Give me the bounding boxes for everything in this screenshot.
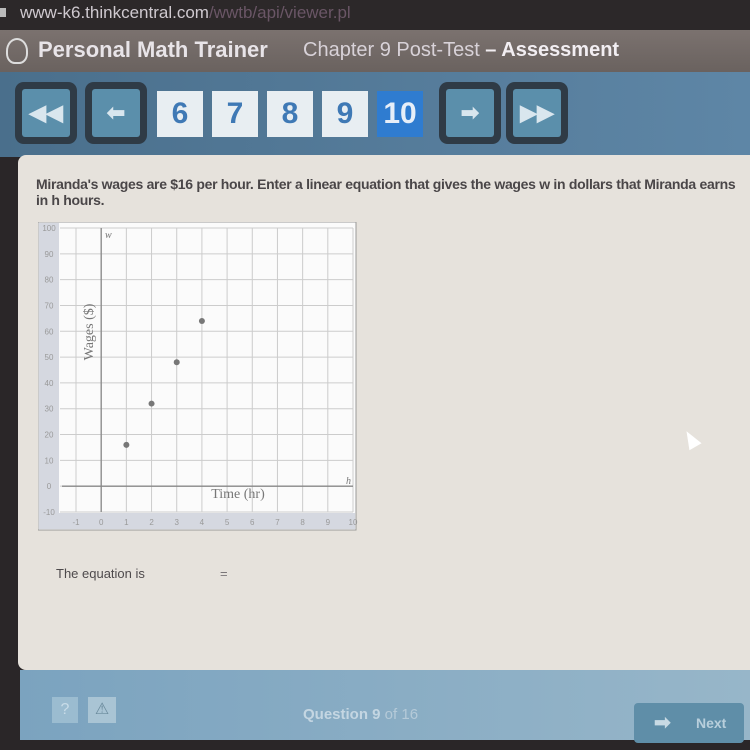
question-8-button[interactable]: 8 — [267, 91, 313, 137]
equation-label: The equation is — [56, 566, 145, 581]
x-tick-label: 1 — [124, 518, 129, 527]
y-tick-label: 0 — [47, 482, 52, 491]
warning-icon: ⚠ — [94, 701, 110, 718]
x-tick-label: 3 — [175, 518, 180, 527]
title-separator: – — [479, 39, 502, 61]
right-arrow-icon: ➡ — [654, 712, 671, 734]
y-tick-label: -10 — [43, 508, 55, 517]
wages-graph: -1 0 1 2 3 4 5 6 7 8 9 101009080706050403020100-10 … — [38, 222, 358, 531]
question-counter-total: of 16 — [380, 706, 419, 723]
x-tick-label: -1 — [72, 518, 80, 527]
previous-question-button[interactable]: ⬅ — [92, 89, 140, 137]
x-tick-label: 6 — [250, 518, 255, 527]
x-tick-label: 5 — [225, 518, 230, 527]
x-tick-label: 9 — [326, 518, 331, 527]
lock-icon — [0, 8, 6, 17]
address-bar[interactable]: www-k6.thinkcentral.com/wwtb/api/viewer.… — [0, 0, 750, 30]
equals-sign: = — [220, 566, 228, 581]
double-right-arrow-icon: ▶▶ — [520, 100, 554, 125]
equation-right-input[interactable] — [236, 563, 320, 585]
question-10-button[interactable]: 10 — [377, 91, 423, 137]
y-tick-label: 70 — [45, 301, 54, 310]
data-point — [123, 441, 130, 448]
question-counter: Question 9 of 16 — [303, 706, 418, 723]
x-axis-var: h — [346, 476, 351, 487]
y-axis-var: w — [105, 230, 112, 241]
chapter-title: Chapter 9 Post-Test — [303, 39, 480, 61]
first-question-button[interactable]: ◀◀ — [22, 89, 70, 137]
logo-icon — [6, 38, 28, 64]
x-tick-label: 4 — [200, 518, 205, 527]
x-tick-label: 10 — [349, 518, 358, 527]
x-tick-label: 7 — [275, 518, 280, 527]
question-nav: ◀◀ ⬅ 6 7 8 9 10 ➡ ▶▶ — [0, 72, 750, 157]
question-text: Miranda's wages are $16 per hour. Enter … — [36, 176, 736, 208]
right-arrow-icon: ➡ — [460, 100, 480, 125]
next-label: Next — [696, 715, 727, 731]
double-left-arrow-icon: ◀◀ — [29, 100, 63, 125]
left-arrow-icon: ⬅ — [106, 100, 126, 125]
question-6-button[interactable]: 6 — [157, 91, 203, 137]
y-tick-label: 60 — [45, 327, 54, 336]
report-problem-button[interactable]: ⚠ — [88, 697, 116, 723]
last-question-button[interactable]: ▶▶ — [513, 89, 561, 137]
app-title: Personal Math Trainer — [38, 37, 268, 62]
url[interactable]: www-k6.thinkcentral.com/wwtb/api/viewer.… — [20, 0, 351, 26]
y-tick-label: 100 — [42, 224, 56, 233]
data-point — [198, 317, 205, 324]
x-axis-label: Time (hr) — [211, 487, 265, 502]
question-counter-current: Question 9 — [303, 706, 381, 723]
graph-frame — [38, 222, 357, 531]
y-tick-label: 80 — [45, 276, 54, 285]
assessment-title: Chapter 9 Post-Test – Assessment — [303, 39, 619, 62]
x-tick-label: 2 — [149, 518, 154, 527]
equation-left-input[interactable] — [150, 563, 214, 585]
y-tick-label: 50 — [45, 353, 54, 362]
url-path: /wwtb/api/viewer.pl — [208, 3, 351, 22]
url-host: www-k6.thinkcentral.com — [20, 3, 209, 22]
x-tick-label: 0 — [99, 518, 104, 527]
y-tick-label: 10 — [45, 456, 54, 465]
y-tick-label: 90 — [45, 250, 54, 259]
data-point — [148, 400, 155, 407]
next-question-button[interactable]: ➡ — [446, 89, 494, 137]
y-tick-strip — [39, 223, 59, 513]
y-axis-label: Wages ($) — [82, 303, 97, 360]
question-7-button[interactable]: 7 — [212, 91, 258, 137]
question-9-button[interactable]: 9 — [322, 91, 368, 137]
x-tick-label: 8 — [300, 518, 305, 527]
y-tick-label: 30 — [45, 405, 54, 414]
y-tick-label: 20 — [45, 431, 54, 440]
section-title: Assessment — [501, 39, 620, 61]
y-tick-label: 40 — [45, 379, 54, 388]
next-button[interactable]: ➡ Next — [634, 703, 744, 743]
app-header: Personal Math Trainer Chapter 9 Post-Tes… — [0, 30, 750, 72]
data-point — [173, 359, 180, 366]
x-tick-strip — [39, 513, 355, 529]
help-button[interactable]: ? — [52, 697, 78, 723]
